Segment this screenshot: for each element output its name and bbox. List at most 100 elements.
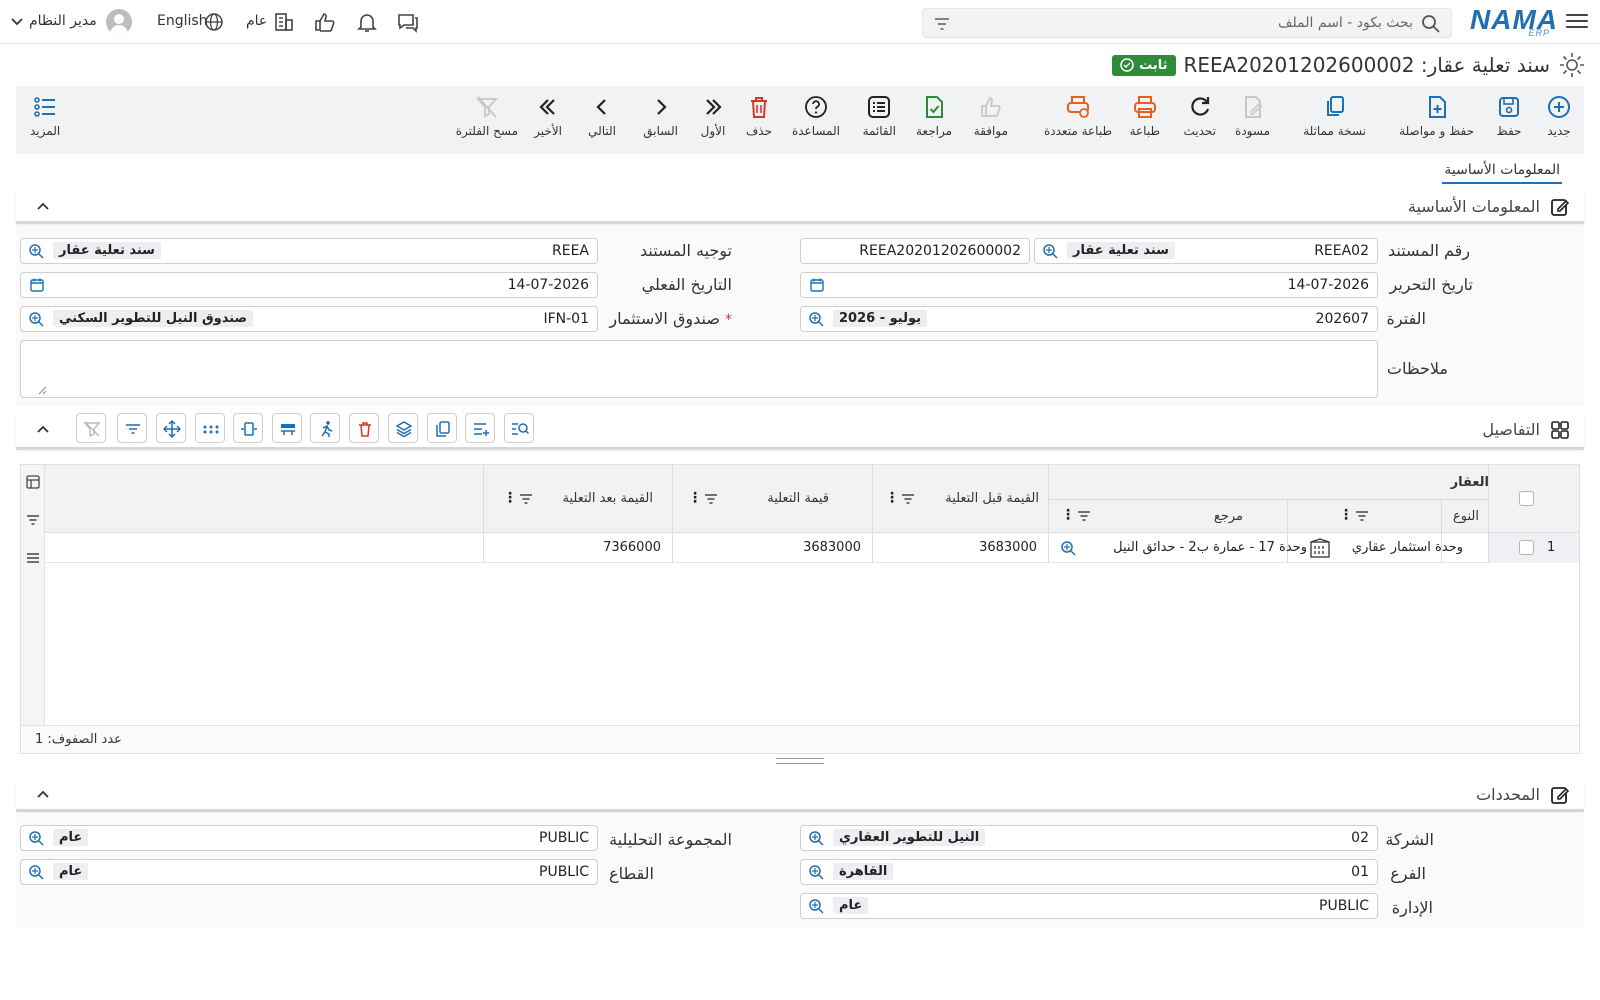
- lookup-icon[interactable]: [1059, 539, 1077, 557]
- column-filter-icon[interactable]: [901, 492, 915, 506]
- multi-print-button[interactable]: طباعة متعددة: [1044, 94, 1112, 138]
- grid-insert-button[interactable]: [272, 413, 302, 443]
- doc-full-number-field[interactable]: REEA20201202600002: [800, 238, 1030, 264]
- cell-ref[interactable]: وحدة 17 - عمارة ب2 - حدائق النيل: [1113, 540, 1307, 555]
- help-button[interactable]: المساعدة: [792, 94, 840, 138]
- filter-icon[interactable]: [26, 513, 40, 527]
- column-menu-icon[interactable]: ⋮: [503, 490, 517, 506]
- delete-button[interactable]: حذف: [746, 94, 772, 138]
- grid-add-row-button[interactable]: [465, 413, 495, 443]
- chevron-up-icon[interactable]: [36, 423, 50, 437]
- col-raise[interactable]: قيمة التعلية: [767, 491, 829, 506]
- notes-textarea[interactable]: [20, 340, 1378, 398]
- cell-after[interactable]: 7366000: [603, 540, 661, 555]
- table-columns-icon[interactable]: [26, 475, 40, 489]
- menu-icon[interactable]: [1566, 10, 1588, 32]
- col-ref[interactable]: مرجع: [1214, 509, 1243, 524]
- chevron-up-icon[interactable]: [36, 788, 50, 802]
- draft-button[interactable]: مسودة: [1235, 94, 1270, 138]
- more-button[interactable]: المزيد: [30, 94, 60, 138]
- column-menu-icon[interactable]: ⋮: [885, 490, 899, 506]
- department-field[interactable]: PUBLIC عام: [800, 893, 1378, 919]
- print-button[interactable]: طباعة: [1130, 94, 1160, 138]
- calendar-icon[interactable]: [29, 277, 45, 293]
- save-continue-button[interactable]: حفظ و مواصلة: [1399, 94, 1474, 138]
- actual-date-field[interactable]: 14-07-2026: [20, 272, 598, 298]
- column-filter-icon[interactable]: [704, 492, 718, 506]
- cell-before[interactable]: 3683000: [979, 540, 1037, 555]
- lookup-icon[interactable]: [807, 829, 825, 847]
- new-button[interactable]: جديد: [1546, 94, 1572, 138]
- grid-clear-filter-button[interactable]: [76, 413, 106, 443]
- grid-fit-button[interactable]: [233, 413, 263, 443]
- review-button[interactable]: مراجعة: [916, 94, 952, 138]
- column-filter-icon[interactable]: [519, 492, 533, 506]
- fund-field[interactable]: IFN-01 صندوق النيل للتطوير السكني: [20, 306, 598, 332]
- lookup-icon[interactable]: [807, 310, 825, 328]
- grid-copy-button[interactable]: [427, 413, 457, 443]
- resize-handle-icon[interactable]: [37, 385, 47, 395]
- bell-icon[interactable]: [355, 10, 379, 34]
- grid-layers-button[interactable]: [388, 413, 418, 443]
- column-menu-icon[interactable]: ⋮: [688, 490, 702, 506]
- column-filter-icon[interactable]: [1355, 509, 1369, 523]
- filter-icon[interactable]: [933, 15, 951, 33]
- app-logo[interactable]: NAMA ERP: [1470, 4, 1557, 38]
- lookup-icon[interactable]: [27, 863, 45, 881]
- menu-lines-icon[interactable]: [26, 551, 40, 565]
- column-menu-icon[interactable]: ⋮: [1339, 507, 1353, 523]
- chevron-down-icon[interactable]: [10, 15, 24, 29]
- col-before[interactable]: القيمة قبل التعلية: [945, 491, 1039, 506]
- previous-button[interactable]: السابق: [643, 94, 678, 138]
- lookup-icon[interactable]: [27, 829, 45, 847]
- grid-search-button[interactable]: [504, 413, 534, 443]
- cell-raise[interactable]: 3683000: [803, 540, 861, 555]
- search-icon[interactable]: [1421, 14, 1441, 34]
- basic-info-section-header[interactable]: المعلومات الأساسية: [16, 190, 1584, 224]
- lookup-icon[interactable]: [807, 897, 825, 915]
- first-button[interactable]: الأول: [700, 94, 726, 138]
- building-icon[interactable]: [272, 10, 296, 34]
- edit-date-field[interactable]: 14-07-2026: [800, 272, 1378, 298]
- col-after[interactable]: القيمة بعد التعلية: [563, 491, 654, 506]
- analytic-group-field[interactable]: PUBLIC عام: [20, 825, 598, 851]
- cell-type[interactable]: وحدة استثمار عقاري: [1352, 540, 1463, 555]
- lookup-icon[interactable]: [1041, 242, 1059, 260]
- search-input[interactable]: بحث بكود - اسم الملف: [922, 8, 1452, 38]
- direction-field[interactable]: REEA سند تعلية عقار: [20, 238, 598, 264]
- chat-icon[interactable]: [396, 10, 420, 34]
- col-type[interactable]: النوع: [1453, 509, 1479, 524]
- dimensions-section-header[interactable]: المحددات: [16, 778, 1584, 812]
- doc-number-field[interactable]: REEA02 سند تعلية عقار: [1034, 238, 1378, 264]
- language-switch[interactable]: English: [157, 13, 208, 29]
- clear-filter-button[interactable]: مسح الفلترة: [456, 94, 518, 138]
- company-field[interactable]: 02 النيل للتطوير العقاري: [800, 825, 1378, 851]
- lookup-icon[interactable]: [27, 310, 45, 328]
- lookup-icon[interactable]: [27, 242, 45, 260]
- save-button[interactable]: حفظ: [1496, 94, 1522, 138]
- chevron-up-icon[interactable]: [36, 200, 50, 214]
- table-row[interactable]: 1 وحدة استثمار عقاري وحدة 17 - عمارة ب2 …: [45, 533, 1579, 563]
- list-button[interactable]: القائمة: [863, 94, 896, 138]
- branch-label[interactable]: عام: [246, 13, 267, 29]
- column-filter-icon[interactable]: [1077, 509, 1091, 523]
- row-checkbox[interactable]: [1519, 540, 1534, 555]
- column-menu-icon[interactable]: ⋮: [1061, 507, 1075, 523]
- tab-basic-info[interactable]: المعلومات الأساسية: [1442, 158, 1562, 184]
- settings-gear-icon[interactable]: [1558, 51, 1586, 79]
- thumbs-up-icon[interactable]: [313, 10, 337, 34]
- grid-move-button[interactable]: [156, 413, 186, 443]
- avatar[interactable]: [106, 9, 132, 35]
- next-button[interactable]: التالي: [588, 94, 616, 138]
- user-name[interactable]: مدير النظام: [29, 13, 97, 29]
- grid-filter-button[interactable]: [117, 413, 147, 443]
- grid-run-button[interactable]: [310, 413, 340, 443]
- branch-field[interactable]: 01 القاهرة: [800, 859, 1378, 885]
- grid-delete-button[interactable]: [349, 413, 379, 443]
- last-button[interactable]: الأخير: [534, 94, 562, 138]
- approve-button[interactable]: موافقة: [974, 94, 1008, 138]
- refresh-button[interactable]: تحديث: [1183, 94, 1216, 138]
- lookup-icon[interactable]: [807, 863, 825, 881]
- sector-field[interactable]: PUBLIC عام: [20, 859, 598, 885]
- duplicate-button[interactable]: نسخة مماثلة: [1303, 94, 1366, 138]
